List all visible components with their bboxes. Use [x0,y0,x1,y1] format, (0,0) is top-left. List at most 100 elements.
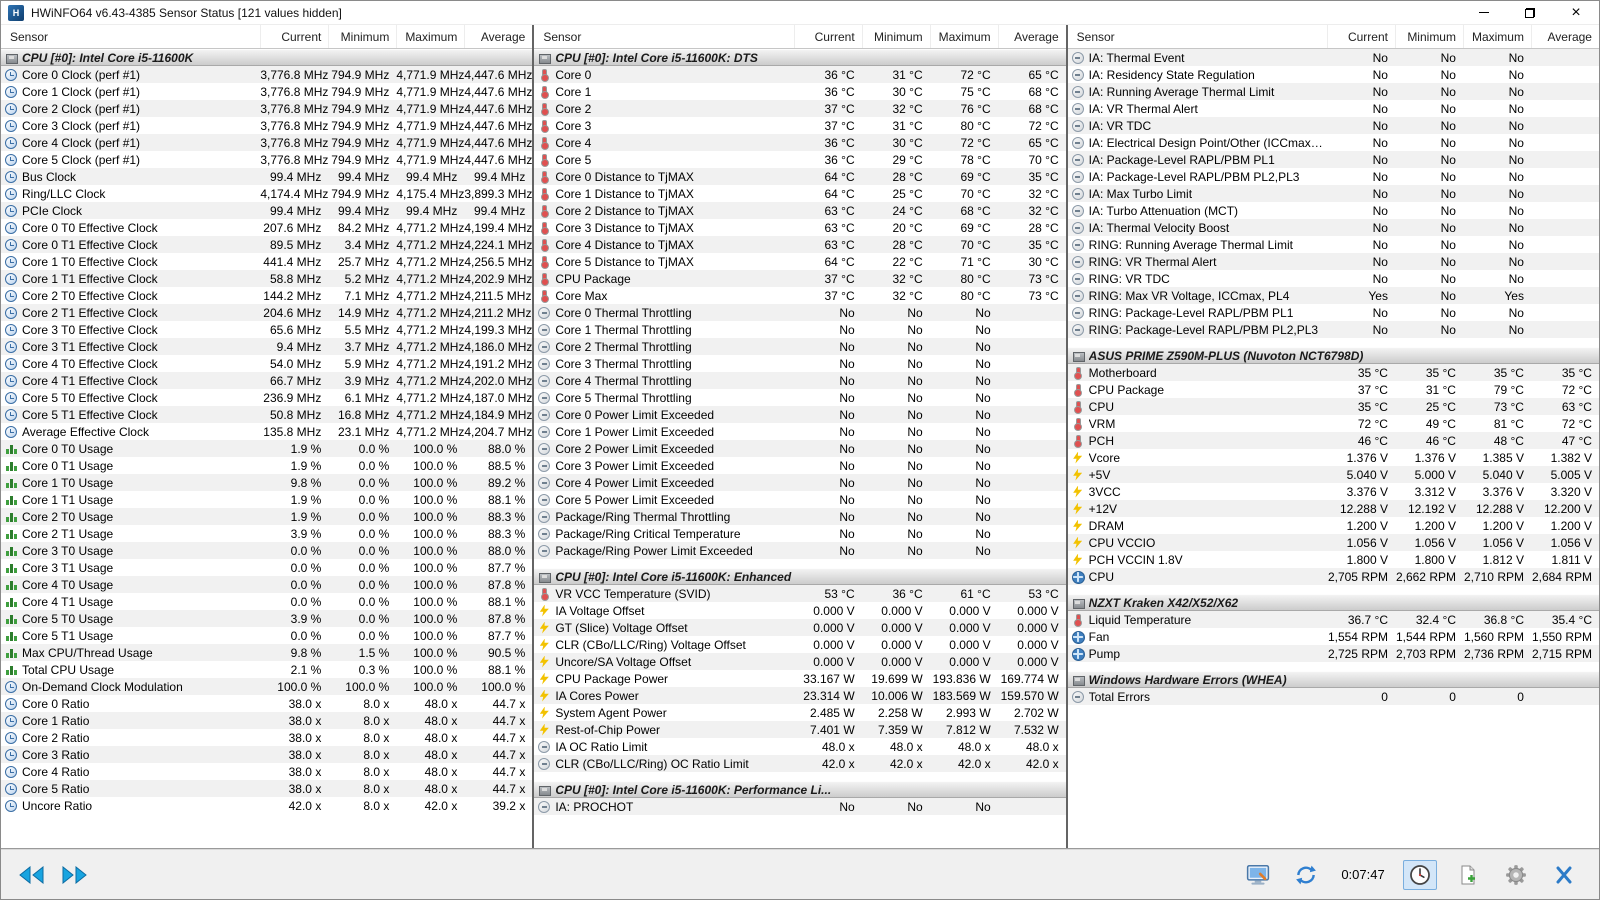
sensor-row[interactable]: Liquid Temperature 36.7 °C 32.4 °C 36.8 °C 3… [1067,611,1599,628]
sensor-row[interactable]: Core 5 Ratio 38.0 x 8.0 x 48.0 x 44.7 x [1,780,533,797]
sensor-row[interactable]: Package/Ring Power Limit Exceeded No No No [534,542,1066,559]
sensor-row[interactable]: Core 5 T0 Usage 3.9 % 0.0 % 100.0 % 87.8 % [1,610,533,627]
sensor-row[interactable]: IA: Running Average Thermal Limit No No No [1067,83,1599,100]
sensor-row[interactable]: Core 5 Clock (perf #1) 3,776.8 MHz 794.9 M… [1,151,533,168]
sensor-row[interactable]: Core 3 37 °C 31 °C 80 °C 72 °C [534,117,1066,134]
section-header[interactable]: CPU [#0]: Intel Core i5-11600K: Performa… [534,781,1066,798]
sensor-row[interactable]: Uncore Ratio 42.0 x 8.0 x 42.0 x 39.2 x [1,797,533,814]
settings-button[interactable] [1499,860,1533,890]
sensor-row[interactable]: Bus Clock 99.4 MHz 99.4 MHz 99.4 MHz 99.4 MH… [1,168,533,185]
sensor-row[interactable]: Core 2 Ratio 38.0 x 8.0 x 48.0 x 44.7 x [1,729,533,746]
sensor-row[interactable]: IA: Max Turbo Limit No No No [1067,185,1599,202]
reset-values-button[interactable] [1289,860,1323,890]
sensor-row[interactable]: Core 1 Ratio 38.0 x 8.0 x 48.0 x 44.7 x [1,712,533,729]
sensor-row[interactable]: Package/Ring Critical Temperature No No No [534,525,1066,542]
sensor-row[interactable]: CPU 2,705 RPM 2,662 RPM 2,710 RPM 2,684 RPM [1067,568,1599,585]
sensor-row[interactable]: Core 5 Thermal Throttling No No No [534,389,1066,406]
sensor-row[interactable]: Pump 2,725 RPM 2,703 RPM 2,736 RPM 2,715 RPM [1067,645,1599,662]
sensor-row[interactable]: Core 4 Clock (perf #1) 3,776.8 MHz 794.9 M… [1,134,533,151]
sensor-row[interactable]: Core 2 Clock (perf #1) 3,776.8 MHz 794.9 M… [1,100,533,117]
sensor-row[interactable]: Vcore 1.376 V 1.376 V 1.385 V 1.382 V [1067,449,1599,466]
sensor-row[interactable]: IA: Electrical Design Point/Other (ICCma… [1067,134,1599,151]
sensor-row[interactable]: CPU VCCIO 1.056 V 1.056 V 1.056 V 1.056 V [1067,534,1599,551]
close-window-button[interactable]: × [1553,1,1599,24]
sensor-row[interactable]: Core 1 Power Limit Exceeded No No No [534,423,1066,440]
sensor-row[interactable]: Total CPU Usage 2.1 % 0.3 % 100.0 % 88.1 % [1,661,533,678]
sensor-row[interactable]: Rest-of-Chip Power 7.401 W 7.359 W 7.812 W 7… [534,721,1066,738]
sensor-row[interactable]: GT (Slice) Voltage Offset 0.000 V 0.000 V 0… [534,619,1066,636]
sensor-row[interactable]: Core 5 T0 Effective Clock 236.9 MHz 6.1 MH… [1,389,533,406]
sensor-row[interactable]: IA: Turbo Attenuation (MCT) No No No [1067,202,1599,219]
sensor-row[interactable]: Core 3 Thermal Throttling No No No [534,355,1066,372]
sensor-row[interactable]: Core 1 Distance to TjMAX 64 °C 25 °C 70 °C 3… [534,185,1066,202]
sensor-row[interactable]: PCIe Clock 99.4 MHz 99.4 MHz 99.4 MHz 99.4 M… [1,202,533,219]
sensor-row[interactable]: RING: Package-Level RAPL/PBM PL2,PL3 No No… [1067,321,1599,338]
sensor-row[interactable]: CLR (CBo/LLC/Ring) OC Ratio Limit 42.0 x 4… [534,755,1066,772]
sensor-row[interactable]: IA: Thermal Event No No No [1067,49,1599,66]
sensor-row[interactable]: Core 5 Power Limit Exceeded No No No [534,491,1066,508]
sensor-row[interactable]: DRAM 1.200 V 1.200 V 1.200 V 1.200 V [1067,517,1599,534]
sensor-row[interactable]: Core 0 Thermal Throttling No No No [534,304,1066,321]
sensor-row[interactable]: Core 2 Distance to TjMAX 63 °C 24 °C 68 °C 3… [534,202,1066,219]
section-header[interactable]: CPU [#0]: Intel Core i5-11600K: DTS [534,49,1066,66]
sensor-row[interactable]: Core 2 T1 Usage 3.9 % 0.0 % 100.0 % 88.3 % [1,525,533,542]
sensor-row[interactable]: Core 4 Power Limit Exceeded No No No [534,474,1066,491]
sensor-row[interactable]: System Agent Power 2.485 W 2.258 W 2.993 W 2… [534,704,1066,721]
sensor-row[interactable]: Core 3 Power Limit Exceeded No No No [534,457,1066,474]
sensor-row[interactable]: Core 4 Thermal Throttling No No No [534,372,1066,389]
sensor-row[interactable]: RING: VR TDC No No No [1067,270,1599,287]
sensor-row[interactable]: Core 0 T0 Usage 1.9 % 0.0 % 100.0 % 88.0 % [1,440,533,457]
section-header[interactable]: CPU [#0]: Intel Core i5-11600K [1,49,533,66]
sensor-row[interactable]: Core 1 T1 Usage 1.9 % 0.0 % 100.0 % 88.1 % [1,491,533,508]
sensor-row[interactable]: IA: PROCHOT No No No [534,798,1066,815]
sensor-row[interactable]: Core 0 36 °C 31 °C 72 °C 65 °C [534,66,1066,83]
sensor-row[interactable]: On-Demand Clock Modulation 100.0 % 100.0 %… [1,678,533,695]
sensor-row[interactable]: IA: Package-Level RAPL/PBM PL1 No No No [1067,151,1599,168]
sensor-row[interactable]: Core Max 37 °C 32 °C 80 °C 73 °C [534,287,1066,304]
sensor-row[interactable]: Core 4 T1 Effective Clock 66.7 MHz 3.9 MHz… [1,372,533,389]
sensor-row[interactable]: Uncore/SA Voltage Offset 0.000 V 0.000 V 0.… [534,653,1066,670]
sensor-row[interactable]: PCH 46 °C 46 °C 48 °C 47 °C [1067,432,1599,449]
logging-button[interactable] [1451,860,1485,890]
sensor-row[interactable]: Core 4 T0 Effective Clock 54.0 MHz 5.9 MHz… [1,355,533,372]
sensor-row[interactable]: Core 3 T1 Effective Clock 9.4 MHz 3.7 MHz 4… [1,338,533,355]
sensor-row[interactable]: RING: Running Average Thermal Limit No No N… [1067,236,1599,253]
sensor-row[interactable]: Total Errors 0 0 0 [1067,688,1599,705]
sensor-row[interactable]: VRM 72 °C 49 °C 81 °C 72 °C [1067,415,1599,432]
sensor-row[interactable]: Core 5 Distance to TjMAX 64 °C 22 °C 71 °C 3… [534,253,1066,270]
sensor-row[interactable]: Ring/LLC Clock 4,174.4 MHz 794.9 MHz 4,175.… [1,185,533,202]
sensor-row[interactable]: CPU 35 °C 25 °C 73 °C 63 °C [1067,398,1599,415]
sensor-row[interactable]: Core 1 T0 Usage 9.8 % 0.0 % 100.0 % 89.2 % [1,474,533,491]
sensor-row[interactable]: Core 4 T0 Usage 0.0 % 0.0 % 100.0 % 87.8 % [1,576,533,593]
sensor-row[interactable]: Motherboard 35 °C 35 °C 35 °C 35 °C [1067,364,1599,381]
sensor-row[interactable]: Package/Ring Thermal Throttling No No No [534,508,1066,525]
sensor-row[interactable]: Core 4 Ratio 38.0 x 8.0 x 48.0 x 44.7 x [1,763,533,780]
sensor-row[interactable]: Core 1 T0 Effective Clock 441.4 MHz 25.7 M… [1,253,533,270]
sensor-row[interactable]: RING: Max VR Voltage, ICCmax, PL4 Yes No Ye… [1067,287,1599,304]
sensor-row[interactable]: Core 4 T1 Usage 0.0 % 0.0 % 100.0 % 88.1 % [1,593,533,610]
sensor-row[interactable]: IA: Thermal Velocity Boost No No No [1067,219,1599,236]
sensor-row[interactable]: IA Voltage Offset 0.000 V 0.000 V 0.000 V 0.… [534,602,1066,619]
sensor-row[interactable]: IA: Package-Level RAPL/PBM PL2,PL3 No No No [1067,168,1599,185]
sensor-row[interactable]: Core 5 T1 Effective Clock 50.8 MHz 16.8 MH… [1,406,533,423]
scroll-right-button[interactable] [55,859,93,891]
sensor-row[interactable]: Core 1 T1 Effective Clock 58.8 MHz 5.2 MHz… [1,270,533,287]
sensor-row[interactable]: Core 0 T1 Usage 1.9 % 0.0 % 100.0 % 88.5 % [1,457,533,474]
clock-button[interactable] [1403,859,1437,890]
sensor-row[interactable]: Core 2 T0 Usage 1.9 % 0.0 % 100.0 % 88.3 % [1,508,533,525]
sensor-row[interactable]: RING: Package-Level RAPL/PBM PL1 No No No [1067,304,1599,321]
sensor-row[interactable]: Core 0 Ratio 38.0 x 8.0 x 48.0 x 44.7 x [1,695,533,712]
sensor-row[interactable]: +12V 12.288 V 12.192 V 12.288 V 12.200 V [1067,500,1599,517]
sensor-row[interactable]: Core 0 Power Limit Exceeded No No No [534,406,1066,423]
section-header[interactable]: Windows Hardware Errors (WHEA) [1067,671,1599,688]
sensor-row[interactable]: VR VCC Temperature (SVID) 53 °C 36 °C 61 °C… [534,585,1066,602]
close-sensors-button[interactable] [1547,860,1581,890]
minimize-button[interactable] [1461,1,1507,24]
sensor-row[interactable]: Core 3 T1 Usage 0.0 % 0.0 % 100.0 % 87.7 % [1,559,533,576]
sensor-row[interactable]: Core 1 36 °C 30 °C 75 °C 68 °C [534,83,1066,100]
sensor-row[interactable]: Core 2 T1 Effective Clock 204.6 MHz 14.9 M… [1,304,533,321]
sensor-row[interactable]: Core 4 Distance to TjMAX 63 °C 28 °C 70 °C 3… [534,236,1066,253]
sensor-row[interactable]: Core 1 Thermal Throttling No No No [534,321,1066,338]
sensor-row[interactable]: CLR (CBo/LLC/Ring) Voltage Offset 0.000 V… [534,636,1066,653]
sensor-row[interactable]: Core 3 Ratio 38.0 x 8.0 x 48.0 x 44.7 x [1,746,533,763]
